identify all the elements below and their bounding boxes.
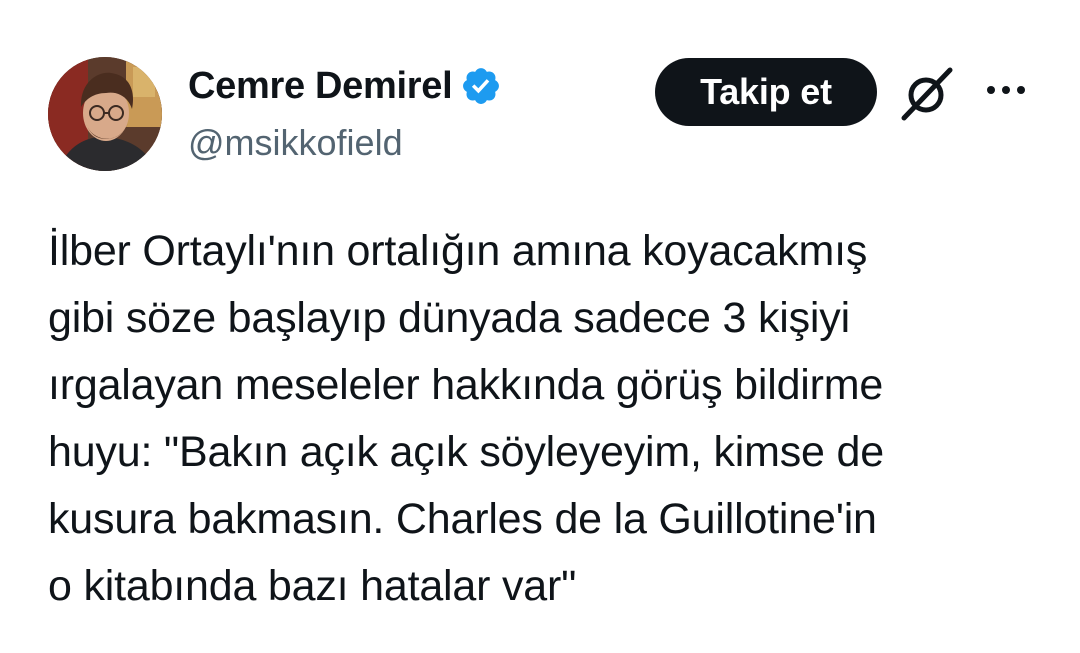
grok-icon[interactable]	[898, 64, 956, 122]
tweet-text: İlber Ortaylı'nın ortalığın amına koyaca…	[48, 227, 884, 610]
avatar[interactable]	[48, 57, 162, 171]
follow-button[interactable]: Takip et	[655, 58, 877, 126]
more-options-icon[interactable]	[982, 78, 1030, 102]
tweet-card: Cemre Demirel @msikkofield Takip et İlbe…	[0, 0, 1080, 653]
author-name-row[interactable]: Cemre Demirel	[188, 62, 502, 110]
verified-badge-icon	[460, 65, 502, 107]
display-name[interactable]: Cemre Demirel	[188, 62, 453, 110]
author-handle[interactable]: @msikkofield	[188, 120, 403, 166]
